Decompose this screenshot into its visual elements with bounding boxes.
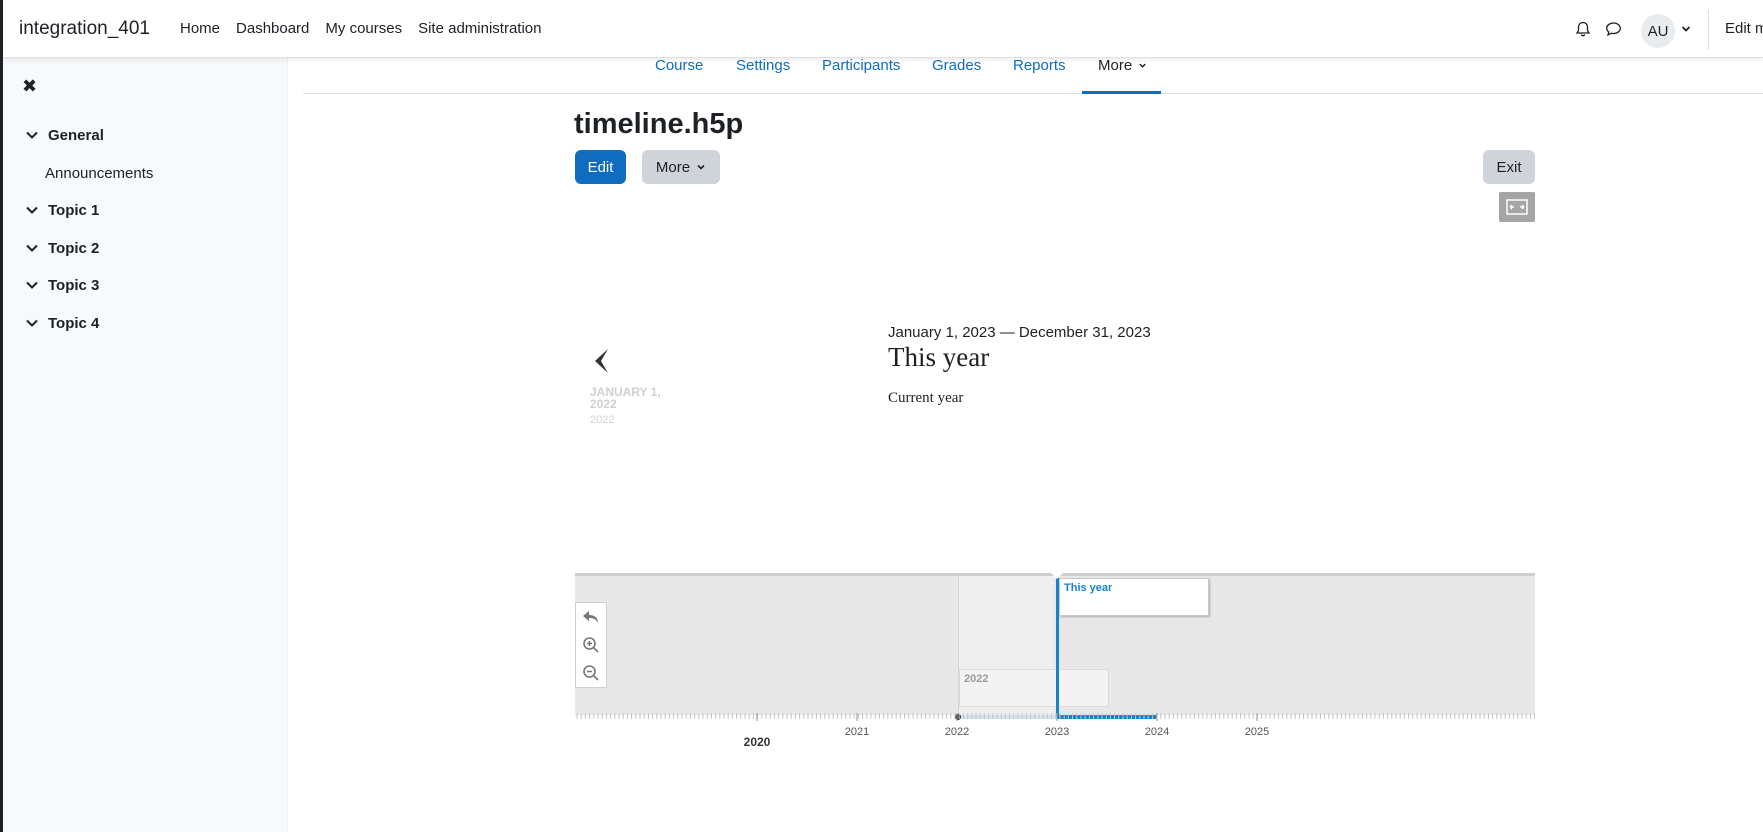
tab-reports[interactable]: Reports xyxy=(1013,57,1066,74)
tab-participants[interactable]: Participants xyxy=(822,57,900,74)
section-label: Topic 2 xyxy=(48,239,100,257)
previous-slide-arrow-icon[interactable] xyxy=(586,346,616,376)
marker-notch xyxy=(1051,573,1063,579)
more-actions-label: More xyxy=(655,158,691,176)
course-index-drawer: ✖ General Announcements Topic 1 Topic 2 … xyxy=(3,58,288,832)
section-label: Topic 3 xyxy=(48,276,100,294)
nav-icons xyxy=(1568,14,1628,44)
marker-this-year-title: This year xyxy=(1064,582,1113,594)
user-menu-chevron-down-icon[interactable] xyxy=(1680,22,1692,40)
close-drawer-icon[interactable]: ✖ xyxy=(22,76,42,96)
chevron-down-icon[interactable] xyxy=(23,314,41,332)
chevron-down-icon xyxy=(1139,63,1147,68)
site-brand[interactable]: integration_401 xyxy=(19,18,150,40)
nav-link-home[interactable]: Home xyxy=(180,20,220,37)
activity-announcements[interactable]: Announcements xyxy=(45,165,153,182)
timeline-navigator[interactable]: 2022 This year xyxy=(575,573,1535,720)
section-label: Topic 4 xyxy=(48,314,100,332)
primary-navigation: Home Dashboard My courses Site administr… xyxy=(180,20,558,37)
section-topic-1[interactable]: Topic 1 xyxy=(23,201,99,219)
previous-slide-year[interactable]: 2022 xyxy=(590,414,614,426)
notifications-bell-icon[interactable] xyxy=(1568,14,1598,44)
marker-2022[interactable]: 2022 xyxy=(959,669,1109,707)
section-label: General xyxy=(48,126,104,144)
section-topic-2[interactable]: Topic 2 xyxy=(23,239,99,257)
axis-year-2021: 2021 xyxy=(844,726,870,738)
chevron-down-icon[interactable] xyxy=(23,126,41,144)
axis-year-2022: 2022 xyxy=(944,726,970,738)
fullscreen-icon[interactable] xyxy=(1499,192,1535,222)
axis-major-year: 2020 xyxy=(743,735,771,749)
slide-headline: This year xyxy=(888,342,990,372)
tab-grades[interactable]: Grades xyxy=(932,57,981,74)
active-tab-indicator xyxy=(1082,91,1161,94)
tab-more-label: More xyxy=(1098,57,1133,74)
tab-settings[interactable]: Settings xyxy=(736,57,790,74)
zoom-in-icon[interactable] xyxy=(576,631,606,659)
nav-link-dashboard[interactable]: Dashboard xyxy=(236,20,309,37)
page-title: timeline.h5p xyxy=(574,108,744,140)
section-topic-4[interactable]: Topic 4 xyxy=(23,314,99,332)
chevron-down-icon xyxy=(697,164,705,170)
user-avatar[interactable]: AU xyxy=(1641,14,1675,48)
nav-link-my-courses[interactable]: My courses xyxy=(325,20,402,37)
axis-year-2023: 2023 xyxy=(1044,726,1070,738)
back-to-start-icon[interactable] xyxy=(576,603,606,631)
slide-text: Current year xyxy=(888,390,964,406)
zoom-out-icon[interactable] xyxy=(576,659,606,687)
axis-year-2024: 2024 xyxy=(1144,726,1170,738)
nav-divider xyxy=(1708,10,1709,50)
section-topic-3[interactable]: Topic 3 xyxy=(23,276,99,294)
section-label: Topic 1 xyxy=(48,201,100,219)
nav-link-site-administration[interactable]: Site administration xyxy=(418,20,541,37)
axis-year-2025: 2025 xyxy=(1244,726,1270,738)
chevron-down-icon[interactable] xyxy=(23,201,41,219)
chevron-down-icon[interactable] xyxy=(23,239,41,257)
top-navbar: integration_401 Home Dashboard My course… xyxy=(0,0,1763,832)
more-actions-button[interactable]: More xyxy=(642,150,720,184)
edit-button[interactable]: Edit xyxy=(575,150,626,184)
window-edge xyxy=(0,0,3,832)
edit-mode-toggle-label[interactable]: Edit m xyxy=(1725,20,1763,37)
section-general[interactable]: General xyxy=(23,126,104,144)
exit-button[interactable]: Exit xyxy=(1483,150,1535,184)
marker-2022-title: 2022 xyxy=(964,673,989,685)
chevron-down-icon[interactable] xyxy=(23,276,41,294)
previous-slide-date[interactable]: JANUARY 1, 2022 xyxy=(590,386,680,410)
tab-more[interactable]: More xyxy=(1098,57,1147,74)
timeaxis-ticks xyxy=(576,713,1535,721)
marker-this-year[interactable]: This year xyxy=(1059,578,1209,616)
tab-course[interactable]: Course xyxy=(655,57,703,74)
timenav-zoom-panel xyxy=(575,602,607,688)
messages-bubble-icon[interactable] xyxy=(1598,14,1628,44)
slide-date-range: January 1, 2023 — December 31, 2023 xyxy=(888,324,1151,341)
